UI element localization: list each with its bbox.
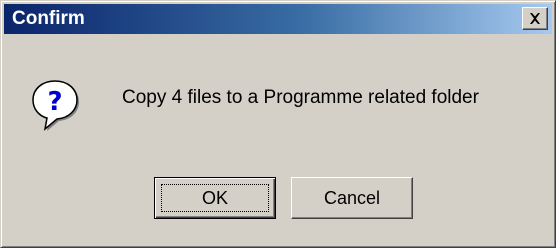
- close-button[interactable]: [522, 7, 548, 30]
- svg-text:?: ?: [47, 87, 62, 117]
- question-icon: ?: [31, 79, 79, 131]
- ok-button-label: OK: [161, 184, 269, 212]
- cancel-button[interactable]: Cancel: [291, 177, 413, 219]
- ok-button[interactable]: OK: [154, 177, 276, 219]
- dialog-message: Copy 4 files to a Programme related fold…: [122, 87, 479, 108]
- confirm-dialog: Confirm ? Copy 4 files to a Programme re…: [0, 0, 556, 248]
- dialog-title: Confirm: [12, 8, 85, 29]
- close-icon: [530, 13, 540, 24]
- title-bar[interactable]: Confirm: [4, 4, 552, 34]
